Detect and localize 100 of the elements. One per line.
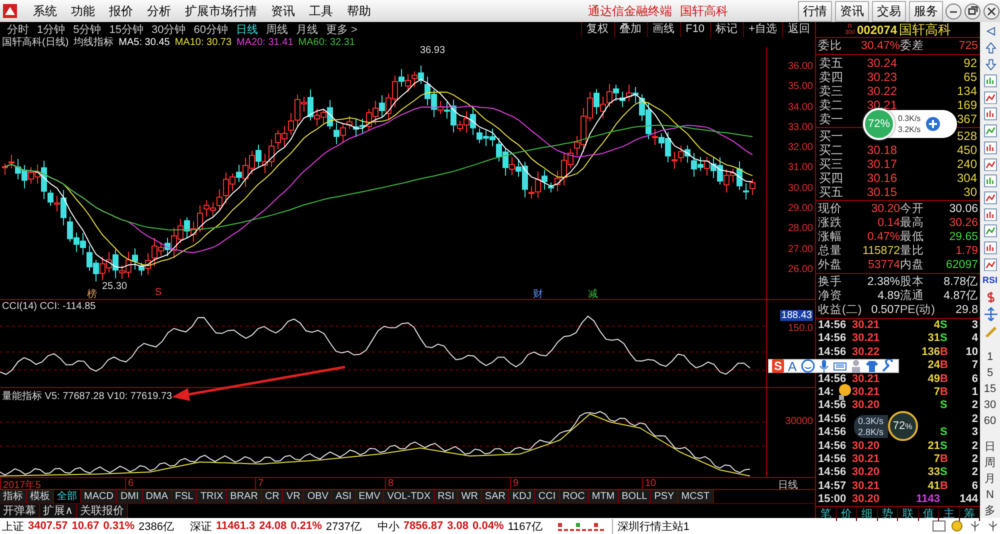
indicator-tab[interactable]: OBV (304, 490, 332, 503)
indicator-tab[interactable]: VR (283, 490, 304, 503)
toolbar-button[interactable]: 1 (986, 350, 994, 364)
period-tab[interactable]: 15分钟 (105, 22, 148, 37)
wrench-icon[interactable] (880, 359, 895, 373)
toolbar-button[interactable]: 30 (984, 398, 996, 412)
indicator-tab[interactable]: 指标 (0, 490, 27, 503)
chart-button[interactable]: 叠加 (614, 22, 647, 37)
period-tab[interactable]: 5分钟 (69, 22, 106, 37)
index-amount: 2386亿 (138, 520, 174, 534)
period-tab[interactable]: 月线 (292, 22, 322, 37)
toggle-button[interactable]: 开弹幕 (0, 504, 40, 518)
event-marker[interactable]: 榜 (86, 287, 98, 301)
shirt-icon[interactable] (864, 359, 879, 373)
event-marker[interactable]: S (154, 287, 163, 298)
toolbar-button[interactable]: 月 (984, 472, 996, 486)
indicator-tab[interactable]: CR (262, 490, 284, 503)
indicator-tab[interactable]: DMI (117, 490, 143, 503)
indicator-tab[interactable]: TRIX (197, 490, 228, 503)
indicator-tab[interactable]: RSI (434, 490, 458, 503)
indicator-tab[interactable]: MTM (588, 490, 619, 503)
menu-item[interactable]: 帮助 (340, 2, 378, 20)
indicator-tab[interactable]: 模板 (27, 490, 54, 503)
coin-icon[interactable] (950, 520, 964, 532)
input-mode[interactable]: A (786, 358, 799, 374)
indicator-tab[interactable]: KDJ (509, 490, 536, 503)
toolbar-button[interactable]: 15 (984, 382, 996, 396)
order-label: 卖一 (819, 112, 844, 126)
indicator-tab[interactable]: BRAR (227, 490, 262, 503)
index-name: 深证 (190, 520, 212, 534)
close-icon[interactable] (983, 2, 1000, 20)
antenna-icon[interactable] (968, 520, 982, 532)
toolbar-button[interactable]: 5 (986, 366, 994, 380)
field-label: 内盘 (900, 258, 924, 272)
toggle-button[interactable]: 扩展∧ (40, 504, 78, 518)
axis-label: 36.00 (788, 61, 813, 72)
indicator-tab[interactable]: ROC (560, 490, 589, 503)
indicator-tab[interactable]: DMA (142, 490, 172, 503)
indicator-tab[interactable]: MCST (678, 490, 714, 503)
minimize-icon[interactable] (945, 2, 962, 20)
top-button[interactable]: 资讯 (835, 0, 869, 22)
toolbar-button[interactable]: N (986, 488, 994, 502)
chart-button[interactable]: 标记 (710, 22, 743, 37)
order-label: 卖三 (819, 84, 844, 98)
top-button[interactable]: 服务 (909, 0, 943, 22)
order-label: 买四 (819, 171, 844, 185)
menu-item[interactable]: 分析 (140, 2, 178, 20)
indicator-tab[interactable]: WR (458, 490, 482, 503)
arrow-up-icon[interactable] (982, 40, 998, 54)
chart-button[interactable]: F10 (680, 22, 710, 37)
wave-chart-icon[interactable] (982, 258, 998, 272)
menu-item[interactable]: 资讯 (264, 2, 302, 20)
input-method-logo[interactable]: S (772, 359, 784, 373)
menu-item[interactable]: 工具 (302, 2, 340, 20)
menu-item[interactable]: 功能 (64, 2, 102, 20)
toggle-button[interactable]: 关联报价 (77, 504, 128, 518)
period-tab[interactable]: 分时 (3, 22, 33, 37)
toolbar-button[interactable]: 日 (984, 440, 996, 454)
period-tab[interactable]: 1分钟 (33, 22, 70, 37)
smiley-icon[interactable] (800, 359, 815, 373)
indicator-tab[interactable]: FSL (172, 490, 198, 503)
toolbar-button[interactable]: 60 (984, 414, 996, 428)
indicator-label: CCI(14) CCI: -114.85 (2, 301, 96, 312)
indicator-tab[interactable]: MACD (81, 490, 118, 503)
indicator-tab[interactable]: ASI (332, 490, 356, 503)
period-tab[interactable]: 更多 > (322, 22, 362, 37)
event-marker[interactable]: 财 (532, 287, 544, 301)
indicator-tab[interactable]: VOL-TDX (384, 490, 435, 503)
period-tab[interactable]: 60分钟 (190, 22, 232, 37)
indicator-tab[interactable]: 全部 (54, 490, 81, 503)
chart-button[interactable]: 返回 (782, 22, 815, 37)
top-button[interactable]: 行情 (798, 0, 832, 22)
chart-button[interactable]: +自选 (742, 22, 782, 37)
period-tab[interactable]: 周线 (262, 22, 292, 37)
order-price: 30.16 (866, 171, 897, 185)
field-label: 股本 (900, 275, 924, 289)
indicator-tab[interactable]: PSY (651, 490, 678, 503)
toolbar-button[interactable]: 周 (984, 456, 996, 470)
chart-button[interactable]: 复权 (580, 22, 614, 37)
menu-item[interactable]: 系统 (26, 2, 64, 20)
bar-chart-icon[interactable] (982, 74, 998, 88)
event-marker[interactable]: 减 (587, 287, 599, 301)
indicator-tab[interactable]: BOLL (618, 490, 652, 503)
trade-side: S (940, 399, 948, 413)
toolbar-button[interactable]: RSI (982, 274, 998, 288)
period-tab[interactable]: 日线 (232, 22, 262, 37)
period-tab[interactable]: 30分钟 (148, 22, 190, 37)
chart-button[interactable]: 画线 (646, 22, 680, 37)
field-label: 今开 (900, 202, 924, 216)
indicator-tab[interactable]: SAR (482, 490, 510, 503)
indicator-tab[interactable]: EMV (356, 490, 384, 503)
menu-item[interactable]: 扩展市场行情 (178, 2, 264, 20)
microphone-icon[interactable] (816, 359, 831, 373)
plus-icon[interactable] (926, 117, 940, 131)
top-button[interactable]: 交易 (872, 0, 906, 22)
menu-item[interactable]: 报价 (102, 2, 140, 20)
restore-icon[interactable] (964, 2, 981, 20)
indicator-tab[interactable]: CCI (535, 490, 560, 503)
toolbar-button[interactable]: 多 (984, 504, 996, 518)
move-icon[interactable] (982, 307, 998, 321)
